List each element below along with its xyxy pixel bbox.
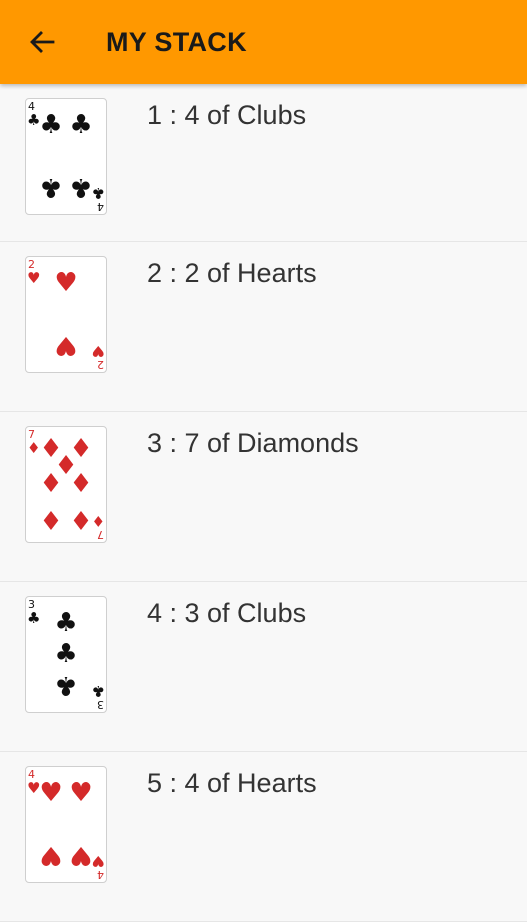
playing-card-image: 3 ♣ 3 ♣ ♣ ♣ ♣ [25, 596, 107, 713]
clubs-pip-icon: ♣ [39, 172, 62, 202]
playing-card-image: 7 ♦ 7 ♦ ♦ ♦ ♦ ♦ ♦ ♦ ♦ [25, 426, 107, 543]
card-label: 5 : 4 of Hearts [147, 768, 317, 798]
diamonds-pip-icon: ♦ [39, 469, 62, 499]
playing-card-image: 2 ♥ 2 ♥ ♥ ♥ [25, 256, 107, 373]
card-index-bottom: 3♣ [92, 682, 105, 711]
card-suit-index-icon: ♥ [92, 342, 105, 360]
list-item[interactable]: 3 ♣ 3 ♣ ♣ ♣ ♣ 4 : 3 of Clubs [0, 582, 527, 752]
hearts-pip-icon: ♥ [54, 268, 77, 298]
clubs-pip-icon: ♣ [54, 639, 77, 669]
playing-card-image: 4 ♥ 4 ♥ ♥ ♥ ♥ ♥ [25, 766, 107, 883]
list-item[interactable]: 4 ♥ 4 ♥ ♥ ♥ ♥ ♥ 5 : 4 of Hearts [0, 752, 527, 922]
card-suit-index-icon: ♣ [27, 609, 40, 627]
back-button[interactable] [24, 22, 60, 62]
diamonds-pip-icon: ♦ [69, 504, 92, 534]
stack-list: 4 ♣ 4 ♣ ♣ ♣ ♣ ♣ 1 : 4 of Clubs 2 ♥ 2 ♥ ♥ ♥ 2 : 2 of … [0, 84, 527, 922]
list-item[interactable]: 4 ♣ 4 ♣ ♣ ♣ ♣ ♣ 1 : 4 of Clubs [0, 84, 527, 242]
card-label: 4 : 3 of Clubs [147, 598, 307, 628]
card-suit-index-icon: ♥ [27, 269, 40, 287]
card-label: 2 : 2 of Hearts [147, 258, 317, 288]
hearts-pip-icon: ♥ [69, 778, 92, 808]
clubs-pip-icon: ♣ [39, 110, 62, 140]
clubs-pip-icon: ♣ [69, 172, 92, 202]
page-title: MY STACK [106, 27, 247, 57]
diamonds-pip-icon: ♦ [69, 469, 92, 499]
arrow-left-icon [30, 31, 55, 53]
diamonds-pip-icon: ♦ [39, 504, 62, 534]
clubs-pip-icon: ♣ [54, 608, 77, 638]
hearts-pip-icon: ♥ [39, 840, 62, 870]
hearts-pip-icon: ♥ [39, 778, 62, 808]
card-index-bottom: 2♥ [92, 342, 105, 371]
card-label: 3 : 7 of Diamonds [147, 428, 359, 458]
card-suit-index-icon: ♣ [92, 682, 105, 700]
list-item[interactable]: 7 ♦ 7 ♦ ♦ ♦ ♦ ♦ ♦ ♦ ♦ 3 : 7 of Diamonds [0, 412, 527, 582]
playing-card-image: 4 ♣ 4 ♣ ♣ ♣ ♣ ♣ [25, 98, 107, 215]
clubs-pip-icon: ♣ [54, 670, 77, 700]
hearts-pip-icon: ♥ [54, 330, 77, 360]
hearts-pip-icon: ♥ [69, 840, 92, 870]
list-item[interactable]: 2 ♥ 2 ♥ ♥ ♥ 2 : 2 of Hearts [0, 242, 527, 412]
app-bar: MY STACK [0, 0, 527, 84]
card-label: 1 : 4 of Clubs [147, 100, 307, 130]
clubs-pip-icon: ♣ [69, 110, 92, 140]
